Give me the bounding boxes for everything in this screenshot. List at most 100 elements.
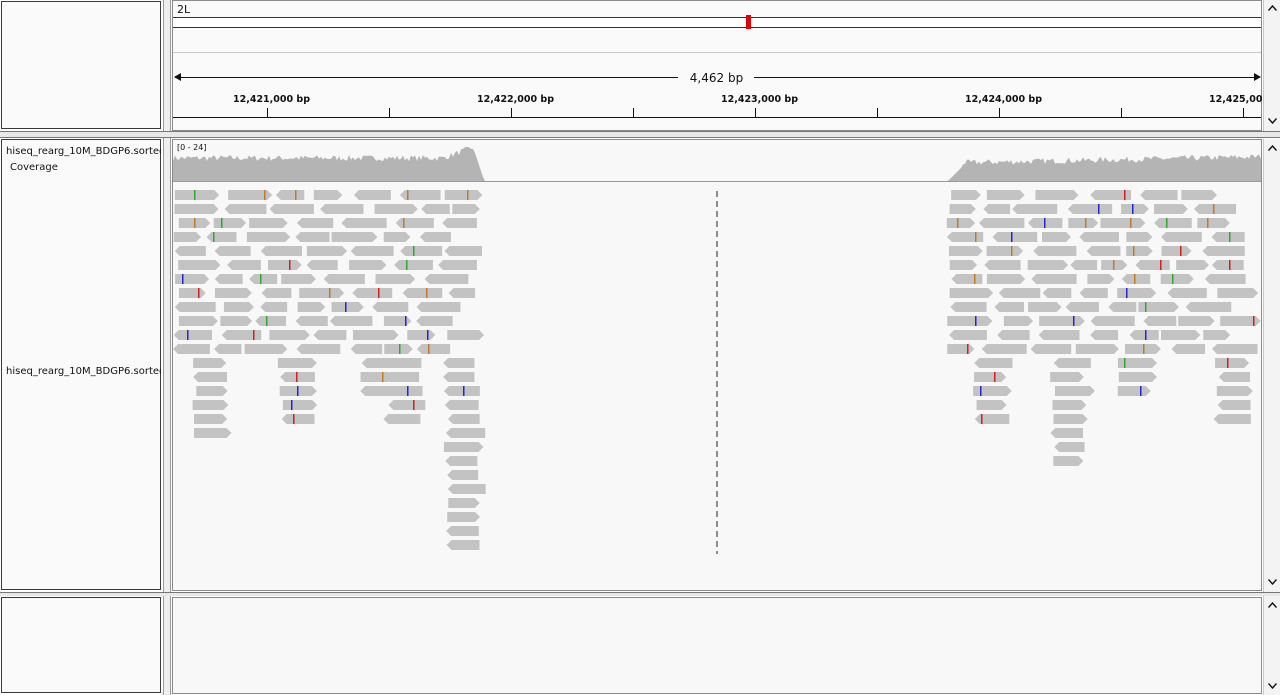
- aligned-read[interactable]: [214, 288, 252, 298]
- aligned-read[interactable]: [1161, 330, 1201, 340]
- aligned-read[interactable]: [1065, 302, 1099, 312]
- aligned-read[interactable]: [349, 260, 387, 270]
- aligned-read[interactable]: [228, 190, 273, 200]
- aligned-read[interactable]: [214, 344, 242, 354]
- aligned-read[interactable]: [1143, 316, 1177, 326]
- aligned-read[interactable]: [1135, 260, 1170, 270]
- aligned-read[interactable]: [1121, 204, 1149, 214]
- aligned-read[interactable]: [1121, 274, 1151, 284]
- aligned-read[interactable]: [214, 246, 251, 256]
- aligned-read[interactable]: [269, 204, 314, 214]
- aligned-read[interactable]: [447, 330, 485, 340]
- aligned-read[interactable]: [1217, 400, 1251, 410]
- aligned-read[interactable]: [1204, 274, 1246, 284]
- aligned-read[interactable]: [1033, 246, 1077, 256]
- aligned-read[interactable]: [443, 442, 484, 452]
- aligned-read[interactable]: [443, 386, 480, 396]
- aligned-read[interactable]: [1087, 274, 1115, 284]
- aligned-read[interactable]: [174, 190, 220, 200]
- aligned-read[interactable]: [444, 246, 482, 256]
- aligned-read[interactable]: [399, 190, 441, 200]
- aligned-read[interactable]: [424, 274, 469, 284]
- aligned-read[interactable]: [295, 316, 328, 326]
- chevron-down-icon[interactable]: [1265, 575, 1280, 588]
- aligned-read[interactable]: [1067, 204, 1113, 214]
- aligned-read[interactable]: [447, 470, 479, 480]
- aligned-read[interactable]: [1161, 246, 1192, 256]
- name-data-divider-main[interactable]: [163, 138, 171, 592]
- aligned-read[interactable]: [1197, 218, 1230, 228]
- aligned-read[interactable]: [1090, 316, 1135, 326]
- aligned-read[interactable]: [443, 358, 475, 368]
- aligned-read[interactable]: [1053, 414, 1088, 424]
- aligned-read[interactable]: [196, 386, 228, 396]
- aligned-read[interactable]: [214, 274, 243, 284]
- aligned-read[interactable]: [1211, 232, 1245, 242]
- aligned-read[interactable]: [375, 274, 416, 284]
- aligned-read[interactable]: [1031, 274, 1077, 284]
- aligned-read[interactable]: [350, 246, 394, 256]
- aligned-read[interactable]: [984, 260, 1021, 270]
- aligned-read[interactable]: [1100, 218, 1146, 228]
- aligned-read[interactable]: [1027, 260, 1069, 270]
- data-scrollbar[interactable]: [1263, 139, 1280, 592]
- aligned-read[interactable]: [946, 218, 976, 228]
- aligned-read[interactable]: [206, 232, 237, 242]
- aligned-read[interactable]: [269, 330, 310, 340]
- aligned-read[interactable]: [1003, 316, 1034, 326]
- aligned-read[interactable]: [1054, 442, 1085, 452]
- aligned-read[interactable]: [173, 232, 202, 242]
- aligned-read[interactable]: [383, 316, 412, 326]
- aligned-read[interactable]: [448, 288, 476, 298]
- aligned-read[interactable]: [220, 316, 253, 326]
- aligned-read[interactable]: [1117, 358, 1158, 368]
- aligned-read[interactable]: [948, 246, 983, 256]
- aligned-read[interactable]: [1090, 330, 1119, 340]
- aligned-read[interactable]: [1124, 344, 1161, 354]
- aligned-read[interactable]: [320, 204, 364, 214]
- aligned-read[interactable]: [296, 344, 341, 354]
- aligned-read[interactable]: [447, 484, 486, 494]
- aligned-read[interactable]: [261, 288, 292, 298]
- aligned-read[interactable]: [1050, 428, 1083, 438]
- aligned-read[interactable]: [416, 316, 453, 326]
- aligned-read[interactable]: [1075, 344, 1119, 354]
- coverage-track-name[interactable]: hiseq_rearg_10M_BDGP6.sorted.bam: [6, 146, 161, 157]
- aligned-read[interactable]: [1154, 218, 1192, 228]
- aligned-read[interactable]: [394, 260, 433, 270]
- aligned-read[interactable]: [1178, 316, 1215, 326]
- aligned-read[interactable]: [1070, 260, 1098, 270]
- aligned-read[interactable]: [448, 498, 480, 508]
- aligned-read[interactable]: [227, 260, 261, 270]
- aligned-read[interactable]: [1176, 260, 1209, 270]
- aligned-read[interactable]: [443, 372, 475, 382]
- aligned-read[interactable]: [1053, 358, 1091, 368]
- chromosome-ideogram[interactable]: [173, 17, 1261, 28]
- aligned-read[interactable]: [1167, 288, 1207, 298]
- panel-splitter-1[interactable]: [0, 131, 1280, 138]
- aligned-read[interactable]: [331, 302, 364, 312]
- aligned-read[interactable]: [299, 288, 345, 298]
- aligned-read[interactable]: [178, 288, 206, 298]
- aligned-read[interactable]: [1202, 246, 1245, 256]
- aligned-read[interactable]: [281, 414, 315, 424]
- aligned-read[interactable]: [986, 246, 1024, 256]
- aligned-read[interactable]: [1053, 456, 1084, 466]
- aligned-read[interactable]: [949, 260, 978, 270]
- aligned-read[interactable]: [444, 190, 483, 200]
- aligned-read[interactable]: [383, 358, 422, 368]
- aligned-read[interactable]: [986, 274, 1026, 284]
- aligned-read[interactable]: [949, 288, 994, 298]
- aligned-read[interactable]: [974, 358, 1013, 368]
- aligned-read[interactable]: [402, 288, 443, 298]
- aligned-read[interactable]: [282, 400, 318, 410]
- aligned-read[interactable]: [973, 386, 1012, 396]
- aligned-read[interactable]: [174, 204, 219, 214]
- aligned-read[interactable]: [221, 330, 262, 340]
- aligned-read[interactable]: [445, 456, 478, 466]
- aligned-read[interactable]: [452, 204, 480, 214]
- aligned-read[interactable]: [352, 330, 399, 340]
- aligned-read[interactable]: [947, 316, 993, 326]
- aligned-read[interactable]: [350, 344, 383, 354]
- aligned-read[interactable]: [341, 218, 387, 228]
